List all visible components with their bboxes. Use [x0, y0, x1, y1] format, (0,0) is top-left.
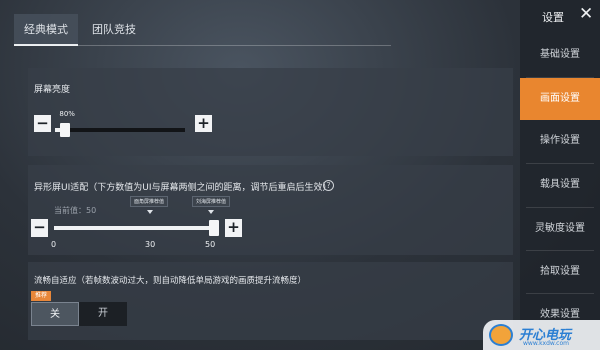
- notch-adaptation-panel: [28, 165, 513, 255]
- sidebar-header: 设置 ✕: [520, 0, 600, 30]
- notch-recommend-marker: 刘海屏推荐值: [192, 196, 231, 207]
- sidebar-item-controls[interactable]: 操作设置: [520, 120, 600, 162]
- close-icon[interactable]: ✕: [579, 5, 593, 23]
- notch-slider-fill: [54, 226, 214, 230]
- toggle-off-button[interactable]: 关: [31, 302, 79, 326]
- sidebar-item-sensitivity[interactable]: 灵敏度设置: [520, 208, 600, 250]
- tab-classic-mode[interactable]: 经典模式: [14, 14, 78, 46]
- notch-tick-0: 0: [51, 240, 57, 249]
- mode-tabs: 经典模式 团队竞技: [14, 14, 150, 46]
- tab-team-deathmatch[interactable]: 团队竞技: [82, 14, 146, 46]
- sidebar-item-basic[interactable]: 基础设置: [520, 34, 600, 76]
- smooth-adaptive-toggle: 关 开: [31, 302, 127, 326]
- default-marker-arrow-icon: [147, 210, 153, 214]
- notch-marker-arrow-icon: [208, 210, 214, 214]
- notch-decrease-button[interactable]: −: [31, 219, 48, 237]
- brightness-panel: [28, 68, 513, 156]
- recommended-badge: 推荐: [31, 291, 52, 301]
- notch-increase-button[interactable]: +: [225, 219, 242, 237]
- settings-sidebar: 设置 ✕ 基础设置 画面设置 操作设置 载具设置 灵敏度设置 拾取设置 效果设置: [520, 0, 600, 350]
- notch-tick-30: 30: [145, 240, 156, 249]
- brightness-increase-button[interactable]: +: [195, 115, 212, 132]
- notch-tick-50: 50: [205, 240, 216, 249]
- brightness-decrease-button[interactable]: −: [34, 115, 51, 132]
- brightness-value-label: 80%: [59, 110, 75, 118]
- toggle-on-button[interactable]: 开: [79, 302, 127, 326]
- tab-divider: [14, 45, 391, 46]
- help-icon[interactable]: ?: [323, 180, 334, 191]
- brightness-slider-track[interactable]: [55, 128, 185, 132]
- brightness-slider-thumb[interactable]: [60, 123, 71, 137]
- default-recommend-marker: 面角屏推荐值: [130, 196, 169, 207]
- smooth-adaptive-title: 流畅自适应（若帧数波动过大，则自动降低单局游戏的画质提升流畅度）: [34, 276, 307, 286]
- watermark-logo-icon: [489, 324, 513, 346]
- sidebar-item-graphics[interactable]: 画面设置: [520, 78, 600, 120]
- sidebar-item-vehicle[interactable]: 载具设置: [520, 164, 600, 206]
- settings-title: 设置: [542, 11, 564, 24]
- site-watermark: 开心电玩 www.kxdw.com: [483, 320, 600, 350]
- notch-slider-track[interactable]: [54, 226, 214, 230]
- notch-adaptation-title: 异形屏UI适配（下方数值为UI与屏幕两侧之间的距离，调节后重启后生效）: [34, 183, 332, 193]
- notch-current-value: 当前值：50: [54, 206, 97, 215]
- sidebar-item-pickup[interactable]: 拾取设置: [520, 251, 600, 293]
- notch-slider-thumb[interactable]: [209, 220, 219, 236]
- watermark-url: www.kxdw.com: [523, 340, 569, 347]
- brightness-title: 屏幕亮度: [34, 85, 71, 95]
